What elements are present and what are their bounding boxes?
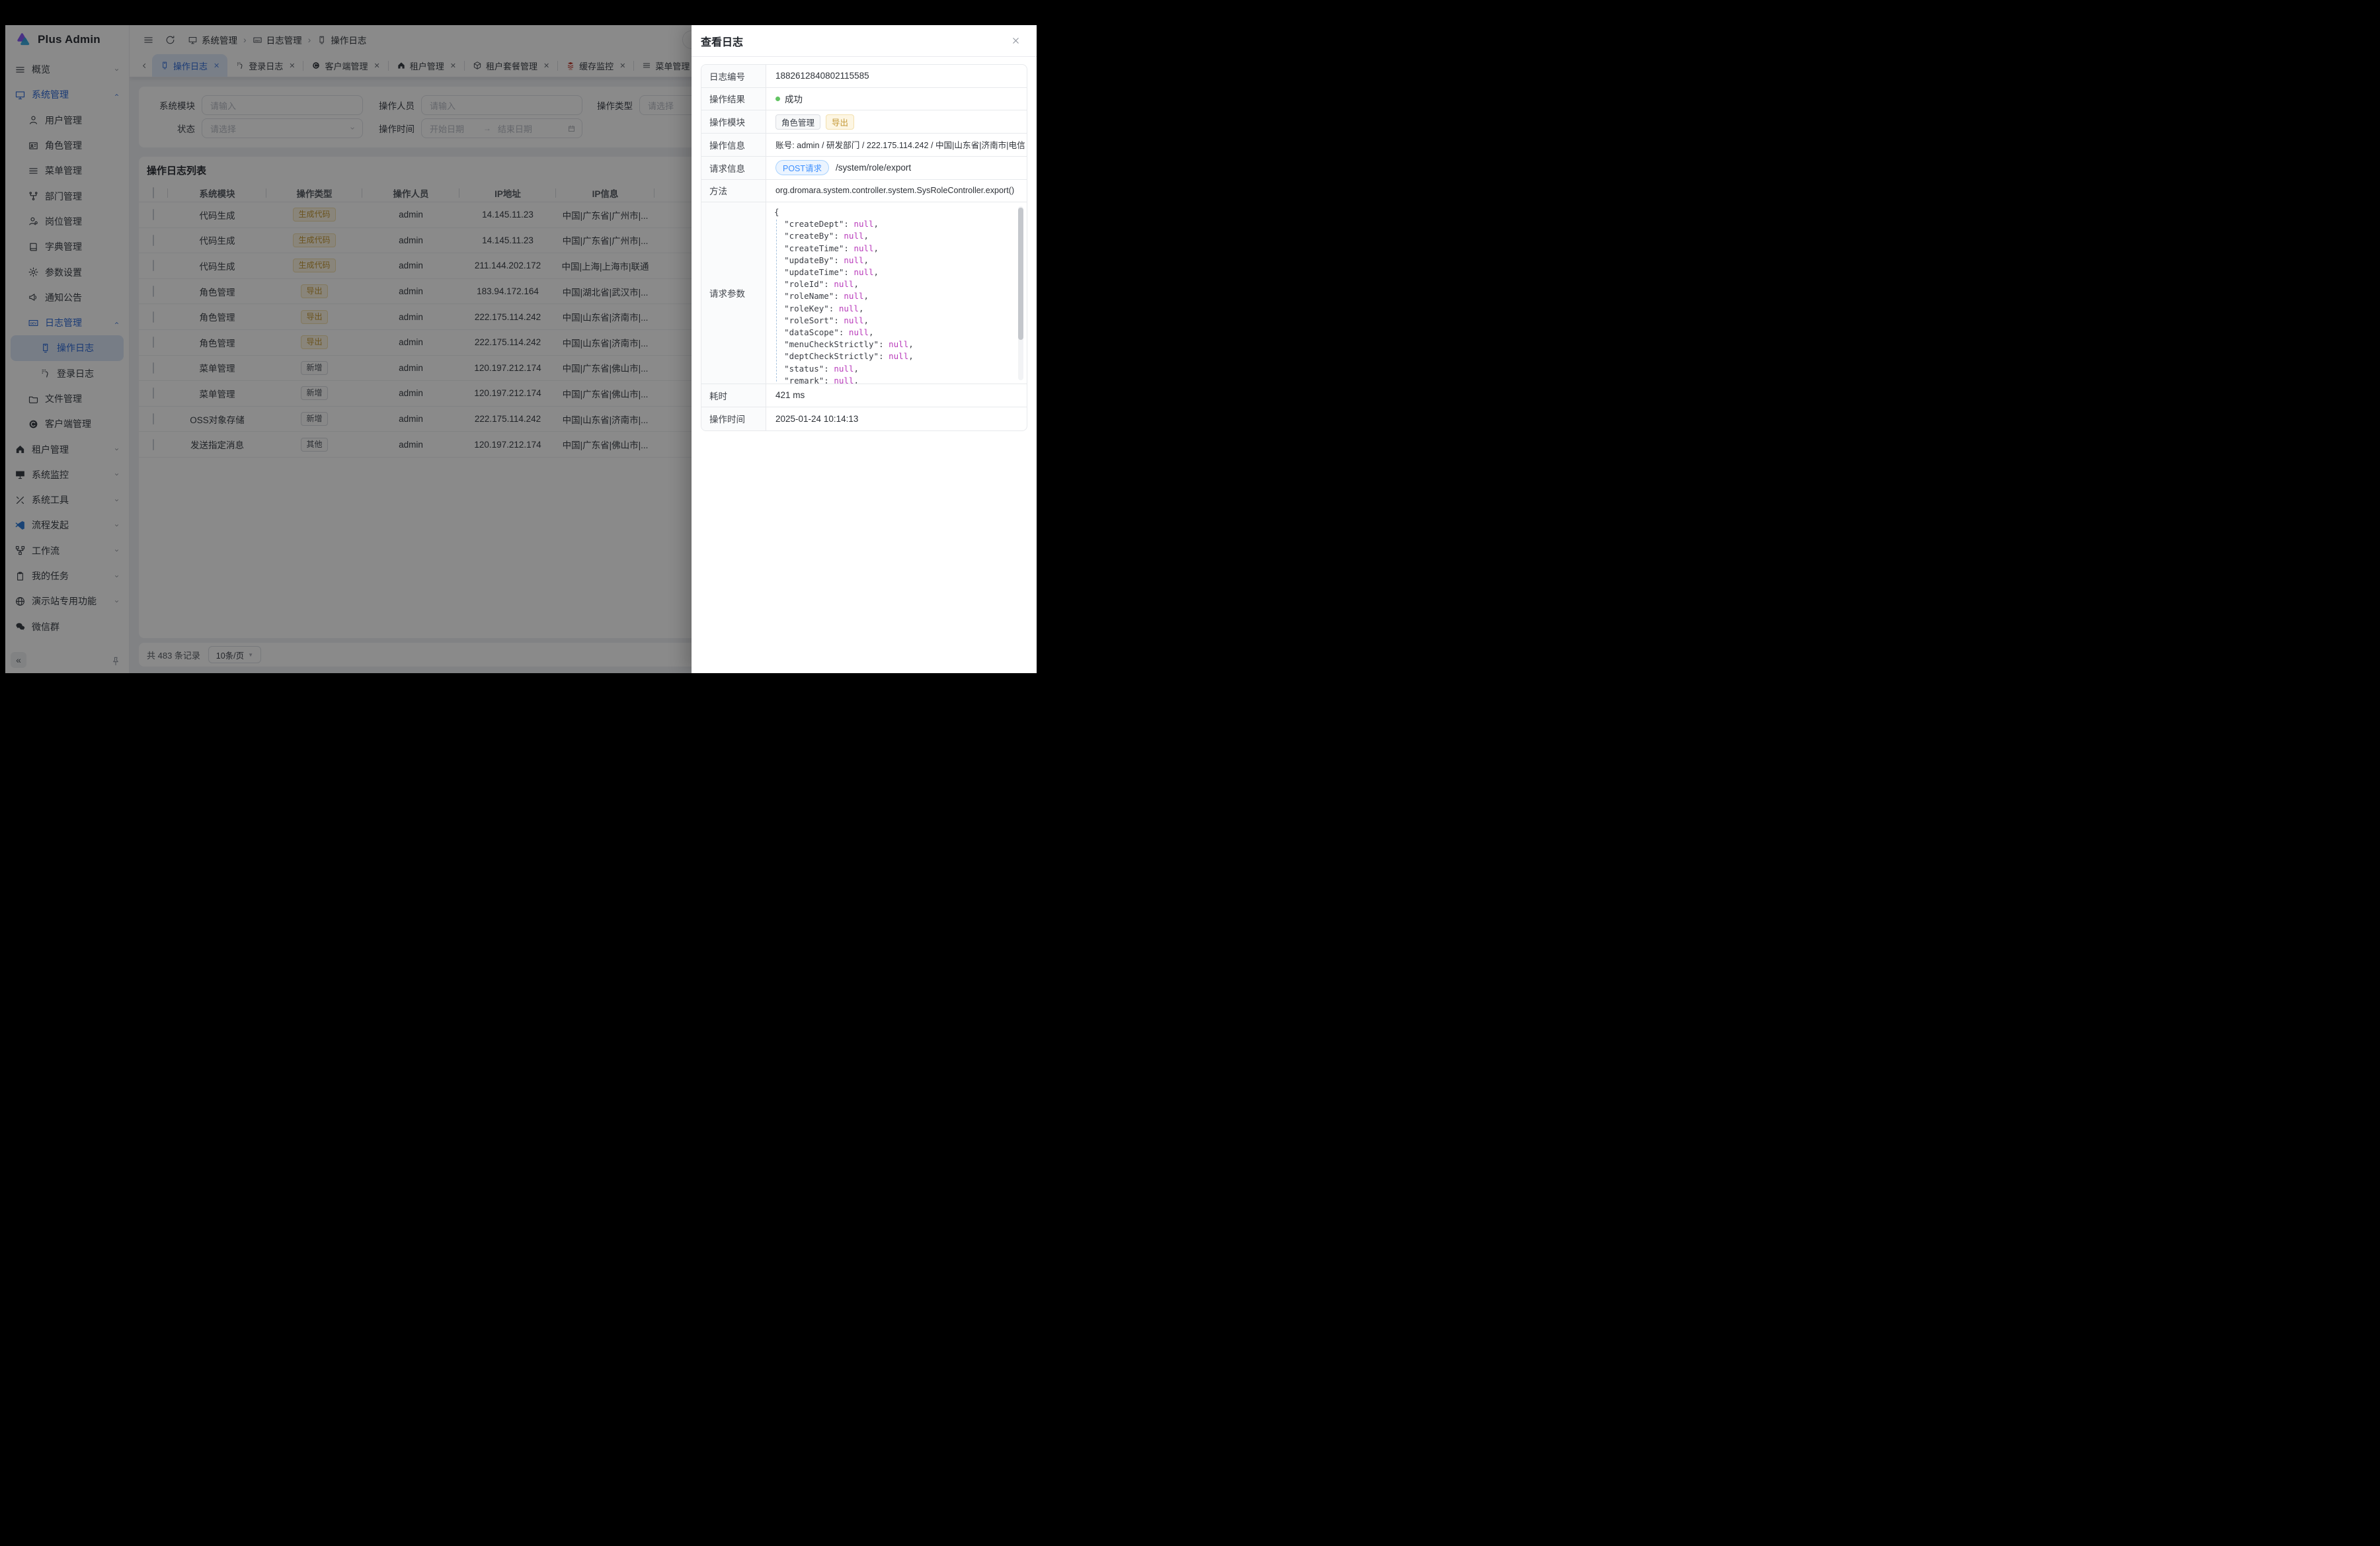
indent-guide bbox=[776, 220, 777, 382]
request-url: /system/role/export bbox=[836, 163, 911, 173]
field-label: 请求信息 bbox=[701, 157, 766, 179]
json-line: "remark": null, bbox=[774, 375, 1027, 384]
request-info-value: POST请求 /system/role/export bbox=[766, 157, 1027, 179]
json-line: "createDept": null, bbox=[774, 218, 1027, 230]
drawer-title: 查看日志 bbox=[701, 33, 743, 49]
field-label: 操作时间 bbox=[701, 407, 766, 430]
log-detail-table: 日志编号 1882612840802115585 操作结果 成功 操作模块 角色… bbox=[701, 64, 1027, 431]
field-label: 操作模块 bbox=[701, 110, 766, 133]
field-label: 方法 bbox=[701, 180, 766, 202]
json-line: "roleId": null, bbox=[774, 278, 1027, 290]
json-line: "status": null, bbox=[774, 363, 1027, 375]
field-label: 操作结果 bbox=[701, 88, 766, 110]
action-type-tag: 导出 bbox=[826, 114, 854, 130]
field-label: 请求参数 bbox=[701, 202, 766, 384]
json-line: "createTime": null, bbox=[774, 243, 1027, 255]
json-line: "createBy": null, bbox=[774, 230, 1027, 242]
close-icon[interactable] bbox=[1011, 36, 1021, 46]
scrollbar-track bbox=[1018, 206, 1023, 380]
method-value: org.dromara.system.controller.system.Sys… bbox=[766, 180, 1027, 202]
field-label: 耗时 bbox=[701, 384, 766, 407]
scrollbar-thumb[interactable] bbox=[1018, 208, 1023, 340]
view-log-drawer: 查看日志 日志编号 1882612840802115585 操作结果 成功 操作… bbox=[692, 25, 1037, 673]
json-line: "roleName": null, bbox=[774, 290, 1027, 302]
json-line: "roleKey": null, bbox=[774, 303, 1027, 315]
json-line: "roleSort": null, bbox=[774, 315, 1027, 327]
result-text: 成功 bbox=[785, 92, 803, 105]
json-line: "dataScope": null, bbox=[774, 327, 1027, 339]
post-method-badge: POST请求 bbox=[775, 160, 829, 175]
duration-value: 421 ms bbox=[766, 384, 1027, 407]
json-line: "menuCheckStrictly": null, bbox=[774, 339, 1027, 350]
drawer-header: 查看日志 bbox=[692, 25, 1037, 57]
operation-time-value: 2025-01-24 10:14:13 bbox=[766, 407, 1027, 430]
success-dot-icon bbox=[775, 97, 780, 101]
json-line: "updateTime": null, bbox=[774, 266, 1027, 278]
module-tag: 角色管理 bbox=[775, 114, 820, 130]
operation-info-value: 账号: admin / 研发部门 / 222.175.114.242 / 中国|… bbox=[766, 134, 1027, 156]
app-window: Plus Admin 概览系统管理用户管理角色管理菜单管理部门管理岗位管理字典管… bbox=[5, 25, 1037, 673]
json-line: "deptCheckStrictly": null, bbox=[774, 350, 1027, 362]
json-line: "updateBy": null, bbox=[774, 255, 1027, 266]
log-id-value: 1882612840802115585 bbox=[766, 65, 1027, 87]
result-value: 成功 bbox=[766, 88, 1027, 110]
field-label: 日志编号 bbox=[701, 65, 766, 87]
json-lines: { "createDept": null, "createBy": null, … bbox=[774, 206, 1027, 384]
json-line: { bbox=[774, 206, 1027, 218]
request-params-value: { "createDept": null, "createBy": null, … bbox=[766, 202, 1027, 384]
json-code-block: { "createDept": null, "createBy": null, … bbox=[766, 202, 1027, 384]
module-value: 角色管理 导出 bbox=[766, 110, 1027, 133]
field-label: 操作信息 bbox=[701, 134, 766, 156]
